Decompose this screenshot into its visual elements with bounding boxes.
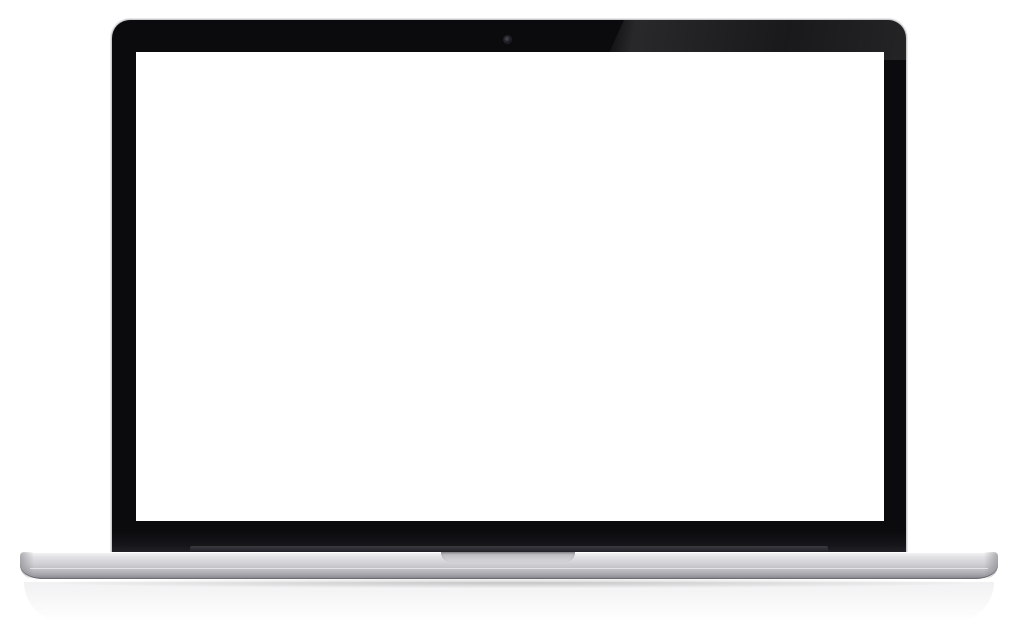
base-edge-left bbox=[20, 552, 34, 579]
base-highlight bbox=[30, 568, 988, 569]
lid-opening-notch bbox=[441, 552, 575, 562]
laptop-lid bbox=[112, 20, 906, 555]
laptop-screen bbox=[136, 52, 884, 521]
floor-shadow bbox=[60, 578, 964, 588]
laptop-base bbox=[20, 552, 998, 579]
floor-reflection bbox=[24, 582, 994, 622]
base-edge-right bbox=[984, 552, 998, 579]
laptop-mockup-stage bbox=[0, 0, 1024, 629]
webcam-icon bbox=[504, 36, 511, 43]
